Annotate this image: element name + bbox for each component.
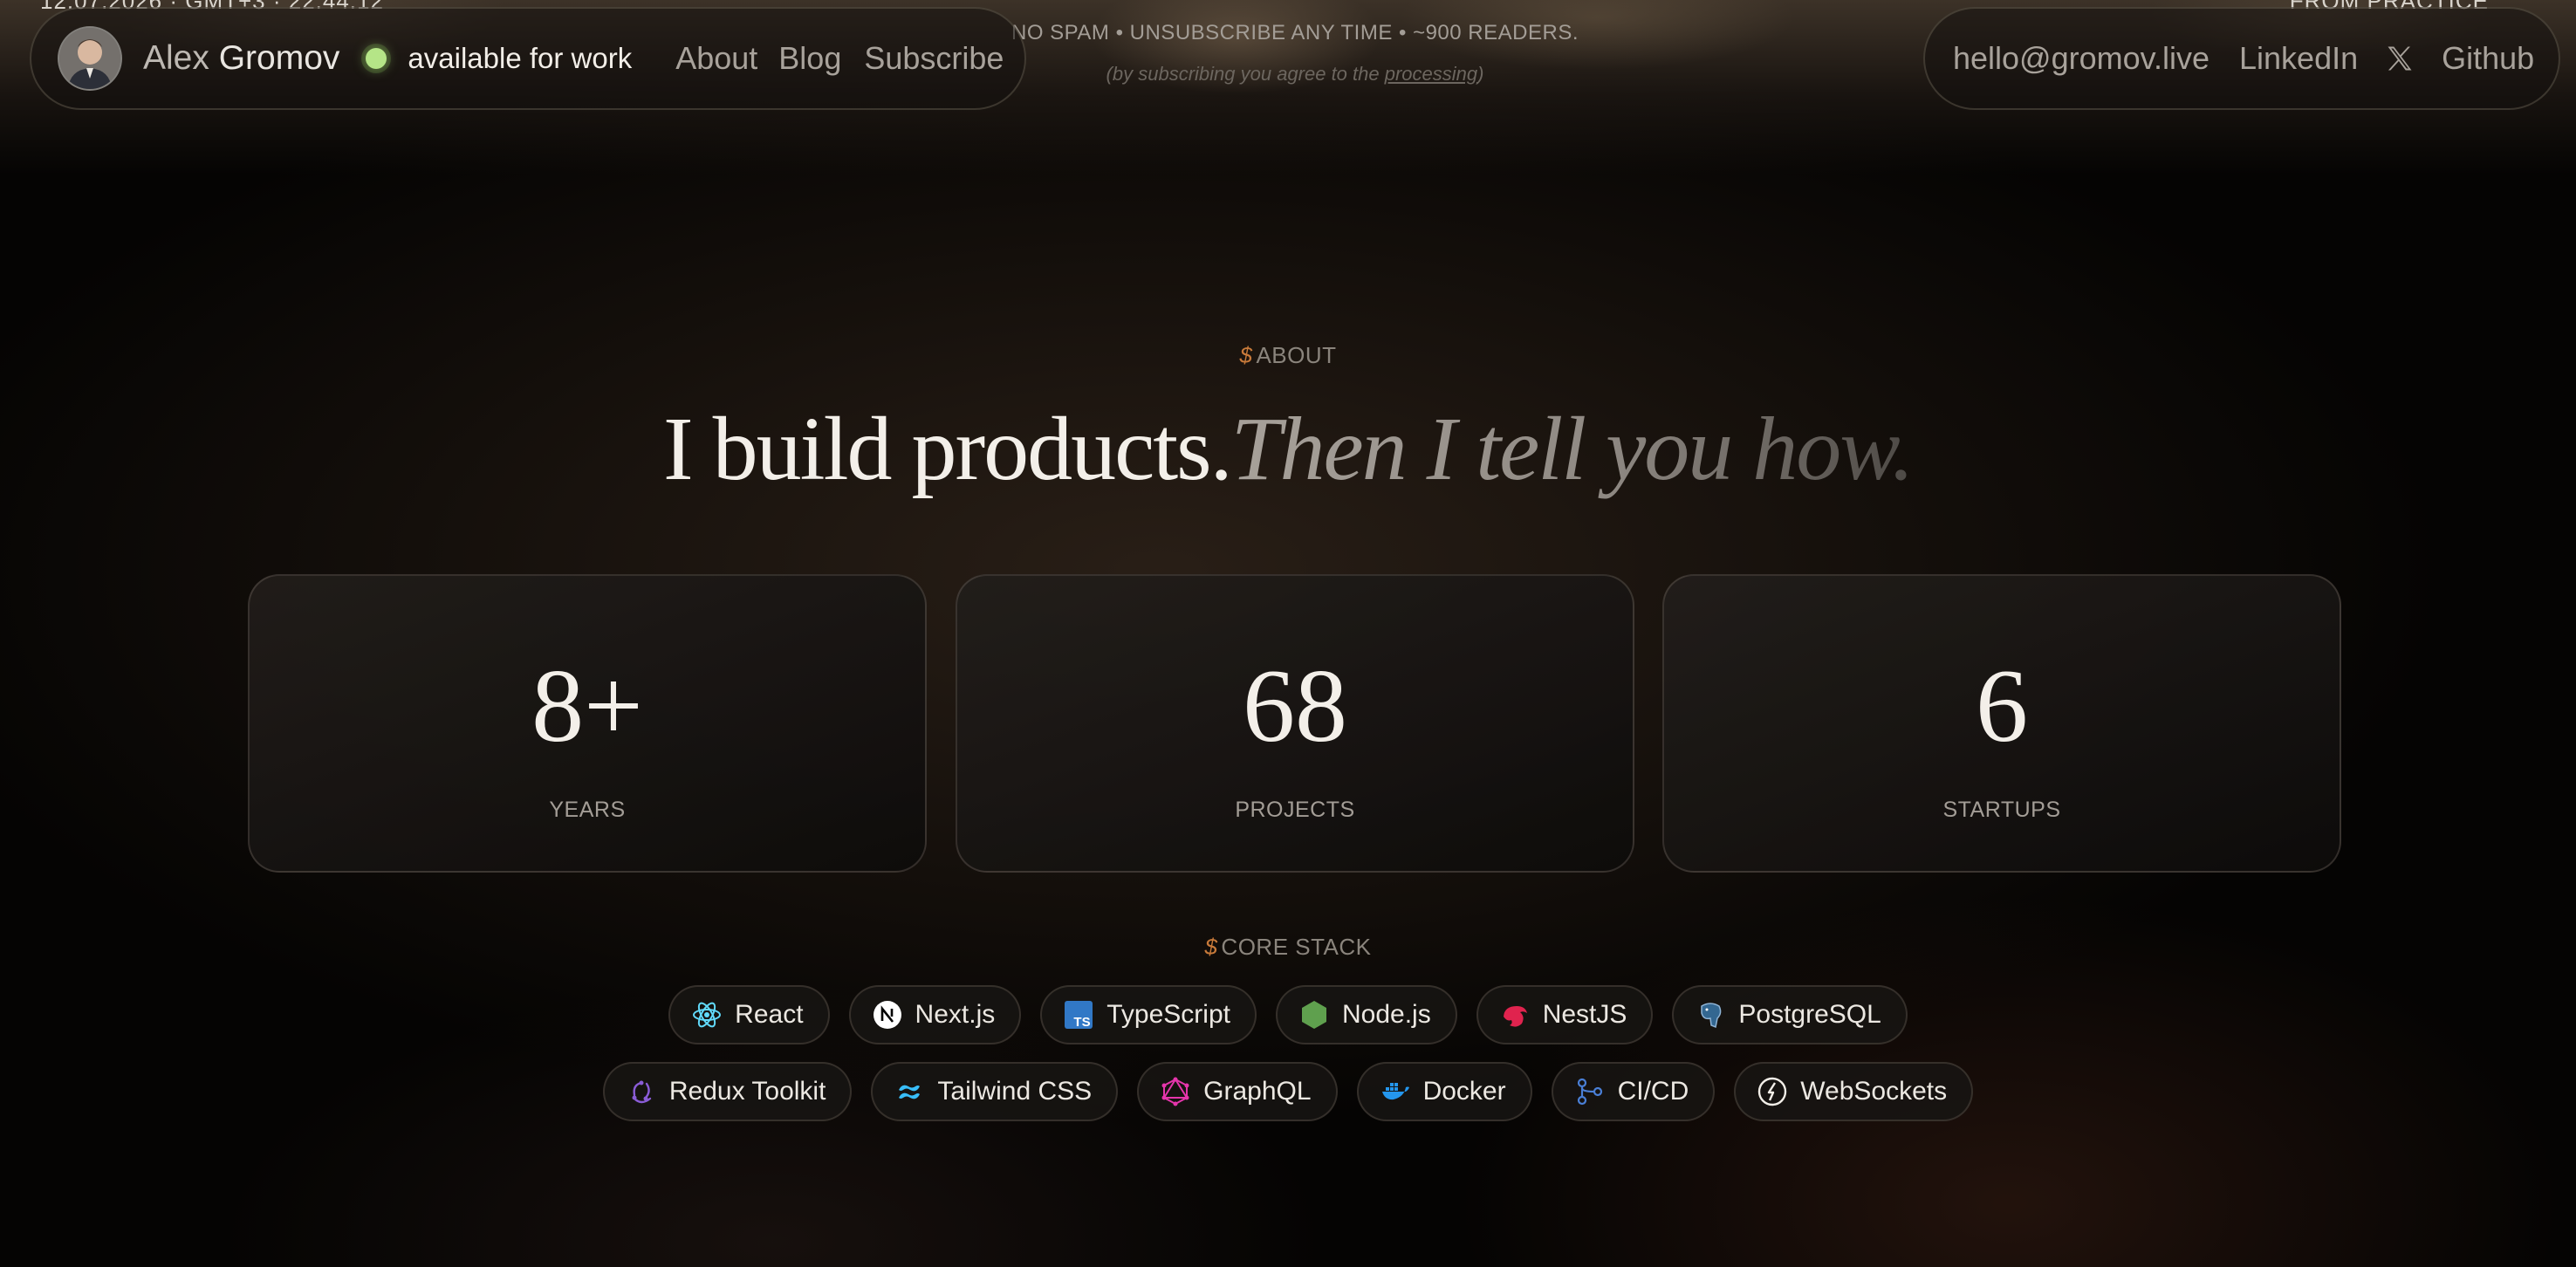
subscribe-note: NO SPAM • UNSUBSCRIBE ANY TIME • ~900 RE… (1011, 21, 1579, 45)
chip-docker[interactable]: Docker (1356, 1062, 1532, 1121)
chip-label: Tailwind CSS (937, 1077, 1093, 1106)
nestjs-icon (1503, 1006, 1527, 1027)
chip-postgresql[interactable]: PostgreSQL (1672, 985, 1908, 1044)
chip-redux-toolkit[interactable]: Redux Toolkit (602, 1062, 853, 1121)
header-left-pill: Alex Gromov available for work About Blo… (30, 7, 1026, 110)
chip-react[interactable]: React (668, 985, 830, 1044)
chip-label: Docker (1422, 1077, 1506, 1106)
status-label: available for work (408, 42, 633, 74)
brand-first-name: Alex (143, 39, 209, 77)
headline-main: I build products. (663, 399, 1233, 499)
chip-label: PostgreSQL (1738, 1000, 1881, 1029)
nav-about[interactable]: About (675, 40, 757, 77)
chip-nextjs[interactable]: Next.js (848, 985, 1022, 1044)
chip-label: React (735, 1000, 804, 1029)
chip-label: NestJS (1542, 1000, 1627, 1029)
stat-card-projects: 68 PROJECTS (956, 574, 1634, 873)
about-headline: I build products.Then I tell you how. (0, 397, 2576, 501)
stat-value: 8+ (531, 647, 643, 764)
chip-label: TypeScript (1106, 1000, 1230, 1029)
chip-label: GraphQL (1203, 1077, 1312, 1106)
stat-card-years: 8+ YEARS (248, 574, 927, 873)
stack-row-1: React Next.js TS TypeScript Node.js Nest… (0, 985, 2576, 1044)
stat-label: PROJECTS (1235, 798, 1355, 822)
brand-name[interactable]: Alex Gromov (143, 39, 339, 78)
stat-label: STARTUPS (1942, 798, 2061, 822)
react-icon (693, 1002, 722, 1028)
chip-label: WebSockets (1800, 1077, 1948, 1106)
nav-subscribe[interactable]: Subscribe (864, 40, 1004, 77)
docker-icon (1381, 1083, 1409, 1100)
stat-value: 68 (1243, 647, 1347, 764)
tailwind-icon (899, 1085, 921, 1099)
processing-link[interactable]: processing (1385, 63, 1477, 85)
avatar[interactable] (58, 26, 122, 91)
status-indicator (366, 48, 387, 69)
chip-label: CI/CD (1617, 1077, 1689, 1106)
chip-websockets[interactable]: WebSockets (1734, 1062, 1974, 1121)
brand-last-name: Gromov (218, 39, 340, 77)
github-link[interactable]: Github (2442, 40, 2534, 77)
email-link[interactable]: hello@gromov.live (1953, 40, 2209, 77)
chip-cicd[interactable]: CI/CD (1551, 1062, 1716, 1121)
nodejs-icon (1301, 1001, 1326, 1029)
nav-blog[interactable]: Blog (778, 40, 841, 77)
chip-nodejs[interactable]: Node.js (1275, 985, 1457, 1044)
chip-typescript[interactable]: TS TypeScript (1040, 985, 1257, 1044)
x-twitter-icon[interactable] (2384, 43, 2415, 74)
core-stack-label: $ CORE STACK (1204, 934, 1372, 960)
postgresql-icon (1701, 1003, 1722, 1029)
about-section-label: $ ABOUT (1239, 342, 1337, 368)
graphql-icon (1161, 1077, 1189, 1106)
typescript-icon: TS (1065, 1001, 1093, 1030)
websockets-icon (1758, 1077, 1787, 1106)
stat-card-startups: 6 STARTUPS (1662, 574, 2341, 873)
chip-label: Node.js (1341, 1000, 1431, 1029)
chip-graphql[interactable]: GraphQL (1137, 1062, 1338, 1121)
stack-row-2: Redux Toolkit Tailwind CSS GraphQL Docke… (0, 1062, 2576, 1121)
linkedin-link[interactable]: LinkedIn (2239, 40, 2358, 77)
cicd-icon (1577, 1078, 1602, 1106)
header-right-pill: hello@gromov.live LinkedIn Github (1923, 7, 2560, 110)
chip-label: Next.js (915, 1000, 996, 1029)
nextjs-icon (873, 1001, 901, 1029)
chip-nestjs[interactable]: NestJS (1476, 985, 1654, 1044)
headline-italic: Then I tell you how. (1230, 399, 1915, 499)
chip-tailwind-css[interactable]: Tailwind CSS (871, 1062, 1119, 1121)
stat-value: 6 (1976, 647, 2028, 764)
svg-text:TS: TS (1074, 1015, 1091, 1030)
chip-label: Redux Toolkit (668, 1077, 826, 1106)
redux-icon (632, 1080, 652, 1104)
stat-label: YEARS (549, 798, 626, 822)
